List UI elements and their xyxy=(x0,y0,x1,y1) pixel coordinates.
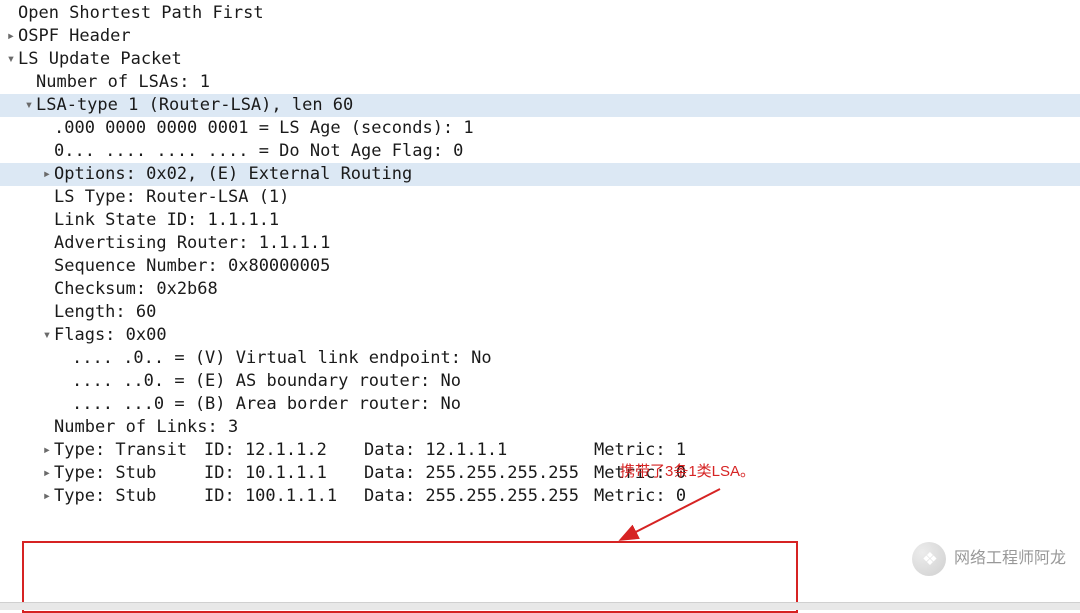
link-id: ID: 12.1.1.2 xyxy=(204,439,364,462)
link-data: Data: 12.1.1.1 xyxy=(364,439,594,462)
link-type: Type: Stub xyxy=(54,485,204,508)
advr: Advertising Router: 1.1.1.1 xyxy=(54,232,330,255)
chevron-right-icon[interactable]: ▸ xyxy=(40,165,54,184)
protocol-title-row[interactable]: ▸ Open Shortest Path First xyxy=(0,2,1080,25)
link-id: ID: 10.1.1.1 xyxy=(204,462,364,485)
link-id: ID: 100.1.1.1 xyxy=(204,485,364,508)
link-metric: Metric: 0 xyxy=(594,462,704,485)
cksum-row[interactable]: ▸ Checksum: 0x2b68 xyxy=(0,278,1080,301)
ls-age-row[interactable]: ▸ .000 0000 0000 0001 = LS Age (seconds)… xyxy=(0,117,1080,140)
ls-type-row[interactable]: ▸ LS Type: Router-LSA (1) xyxy=(0,186,1080,209)
link-type: Type: Transit xyxy=(54,439,204,462)
footer-bar xyxy=(0,602,1080,610)
seq: Sequence Number: 0x80000005 xyxy=(54,255,330,278)
ospf-header-label: OSPF Header xyxy=(18,25,131,48)
dna: 0... .... .... .... = Do Not Age Flag: 0 xyxy=(54,140,463,163)
ls-update-row[interactable]: ▾ LS Update Packet xyxy=(0,48,1080,71)
link-data: Data: 255.255.255.255 xyxy=(364,485,594,508)
lsa-type-row[interactable]: ▾ LSA-type 1 (Router-LSA), len 60 xyxy=(0,94,1080,117)
seq-row[interactable]: ▸ Sequence Number: 0x80000005 xyxy=(0,255,1080,278)
protocol-title: Open Shortest Path First xyxy=(18,2,264,25)
ls-age: .000 0000 0000 0001 = LS Age (seconds): … xyxy=(54,117,474,140)
packet-details-panel: ▸ Open Shortest Path First ▸ OSPF Header… xyxy=(0,0,1080,600)
flag-e-row[interactable]: ▸ .... ..0. = (E) AS boundary router: No xyxy=(0,370,1080,393)
flag-b: .... ...0 = (B) Area border router: No xyxy=(72,393,461,416)
len: Length: 60 xyxy=(54,301,156,324)
flag-v: .... .0.. = (V) Virtual link endpoint: N… xyxy=(72,347,492,370)
len-row[interactable]: ▸ Length: 60 xyxy=(0,301,1080,324)
link-type: Type: Stub xyxy=(54,462,204,485)
cksum: Checksum: 0x2b68 xyxy=(54,278,218,301)
link-row[interactable]: ▸ Type: Stub ID: 100.1.1.1 Data: 255.255… xyxy=(0,485,1080,508)
flag-b-row[interactable]: ▸ .... ...0 = (B) Area border router: No xyxy=(0,393,1080,416)
ls-type: LS Type: Router-LSA (1) xyxy=(54,186,289,209)
chevron-right-icon[interactable]: ▸ xyxy=(40,464,54,483)
lsid: Link State ID: 1.1.1.1 xyxy=(54,209,279,232)
chevron-right-icon[interactable]: ▸ xyxy=(40,487,54,506)
ospf-header-row[interactable]: ▸ OSPF Header xyxy=(0,25,1080,48)
flags-row[interactable]: ▾ Flags: 0x00 xyxy=(0,324,1080,347)
link-data: Data: 255.255.255.255 xyxy=(364,462,594,485)
ls-update-label: LS Update Packet xyxy=(18,48,182,71)
watermark: ❖ 网络工程师阿龙 xyxy=(912,542,1066,576)
flag-v-row[interactable]: ▸ .... .0.. = (V) Virtual link endpoint:… xyxy=(0,347,1080,370)
link-metric: Metric: 0 xyxy=(594,485,704,508)
num-lsas-row[interactable]: ▸ Number of LSAs: 1 xyxy=(0,71,1080,94)
options-row[interactable]: ▸ Options: 0x02, (E) External Routing xyxy=(0,163,1080,186)
advr-row[interactable]: ▸ Advertising Router: 1.1.1.1 xyxy=(0,232,1080,255)
chevron-down-icon[interactable]: ▾ xyxy=(22,96,36,115)
chevron-right-icon[interactable]: ▸ xyxy=(4,27,18,46)
lsa-type: LSA-type 1 (Router-LSA), len 60 xyxy=(36,94,353,117)
flag-e: .... ..0. = (E) AS boundary router: No xyxy=(72,370,461,393)
link-row[interactable]: ▸ Type: Transit ID: 12.1.1.2 Data: 12.1.… xyxy=(0,439,1080,462)
link-row[interactable]: ▸ Type: Stub ID: 10.1.1.1 Data: 255.255.… xyxy=(0,462,1080,485)
num-lsas: Number of LSAs: 1 xyxy=(36,71,210,94)
chevron-down-icon[interactable]: ▾ xyxy=(40,326,54,345)
options: Options: 0x02, (E) External Routing xyxy=(54,163,412,186)
lsid-row[interactable]: ▸ Link State ID: 1.1.1.1 xyxy=(0,209,1080,232)
nlinks: Number of Links: 3 xyxy=(54,416,238,439)
dna-row[interactable]: ▸ 0... .... .... .... = Do Not Age Flag:… xyxy=(0,140,1080,163)
chevron-right-icon[interactable]: ▸ xyxy=(40,441,54,460)
wechat-icon: ❖ xyxy=(912,542,946,576)
nlinks-row[interactable]: ▸ Number of Links: 3 xyxy=(0,416,1080,439)
flags: Flags: 0x00 xyxy=(54,324,167,347)
chevron-down-icon[interactable]: ▾ xyxy=(4,50,18,69)
link-metric: Metric: 1 xyxy=(594,439,704,462)
watermark-text: 网络工程师阿龙 xyxy=(954,548,1066,570)
